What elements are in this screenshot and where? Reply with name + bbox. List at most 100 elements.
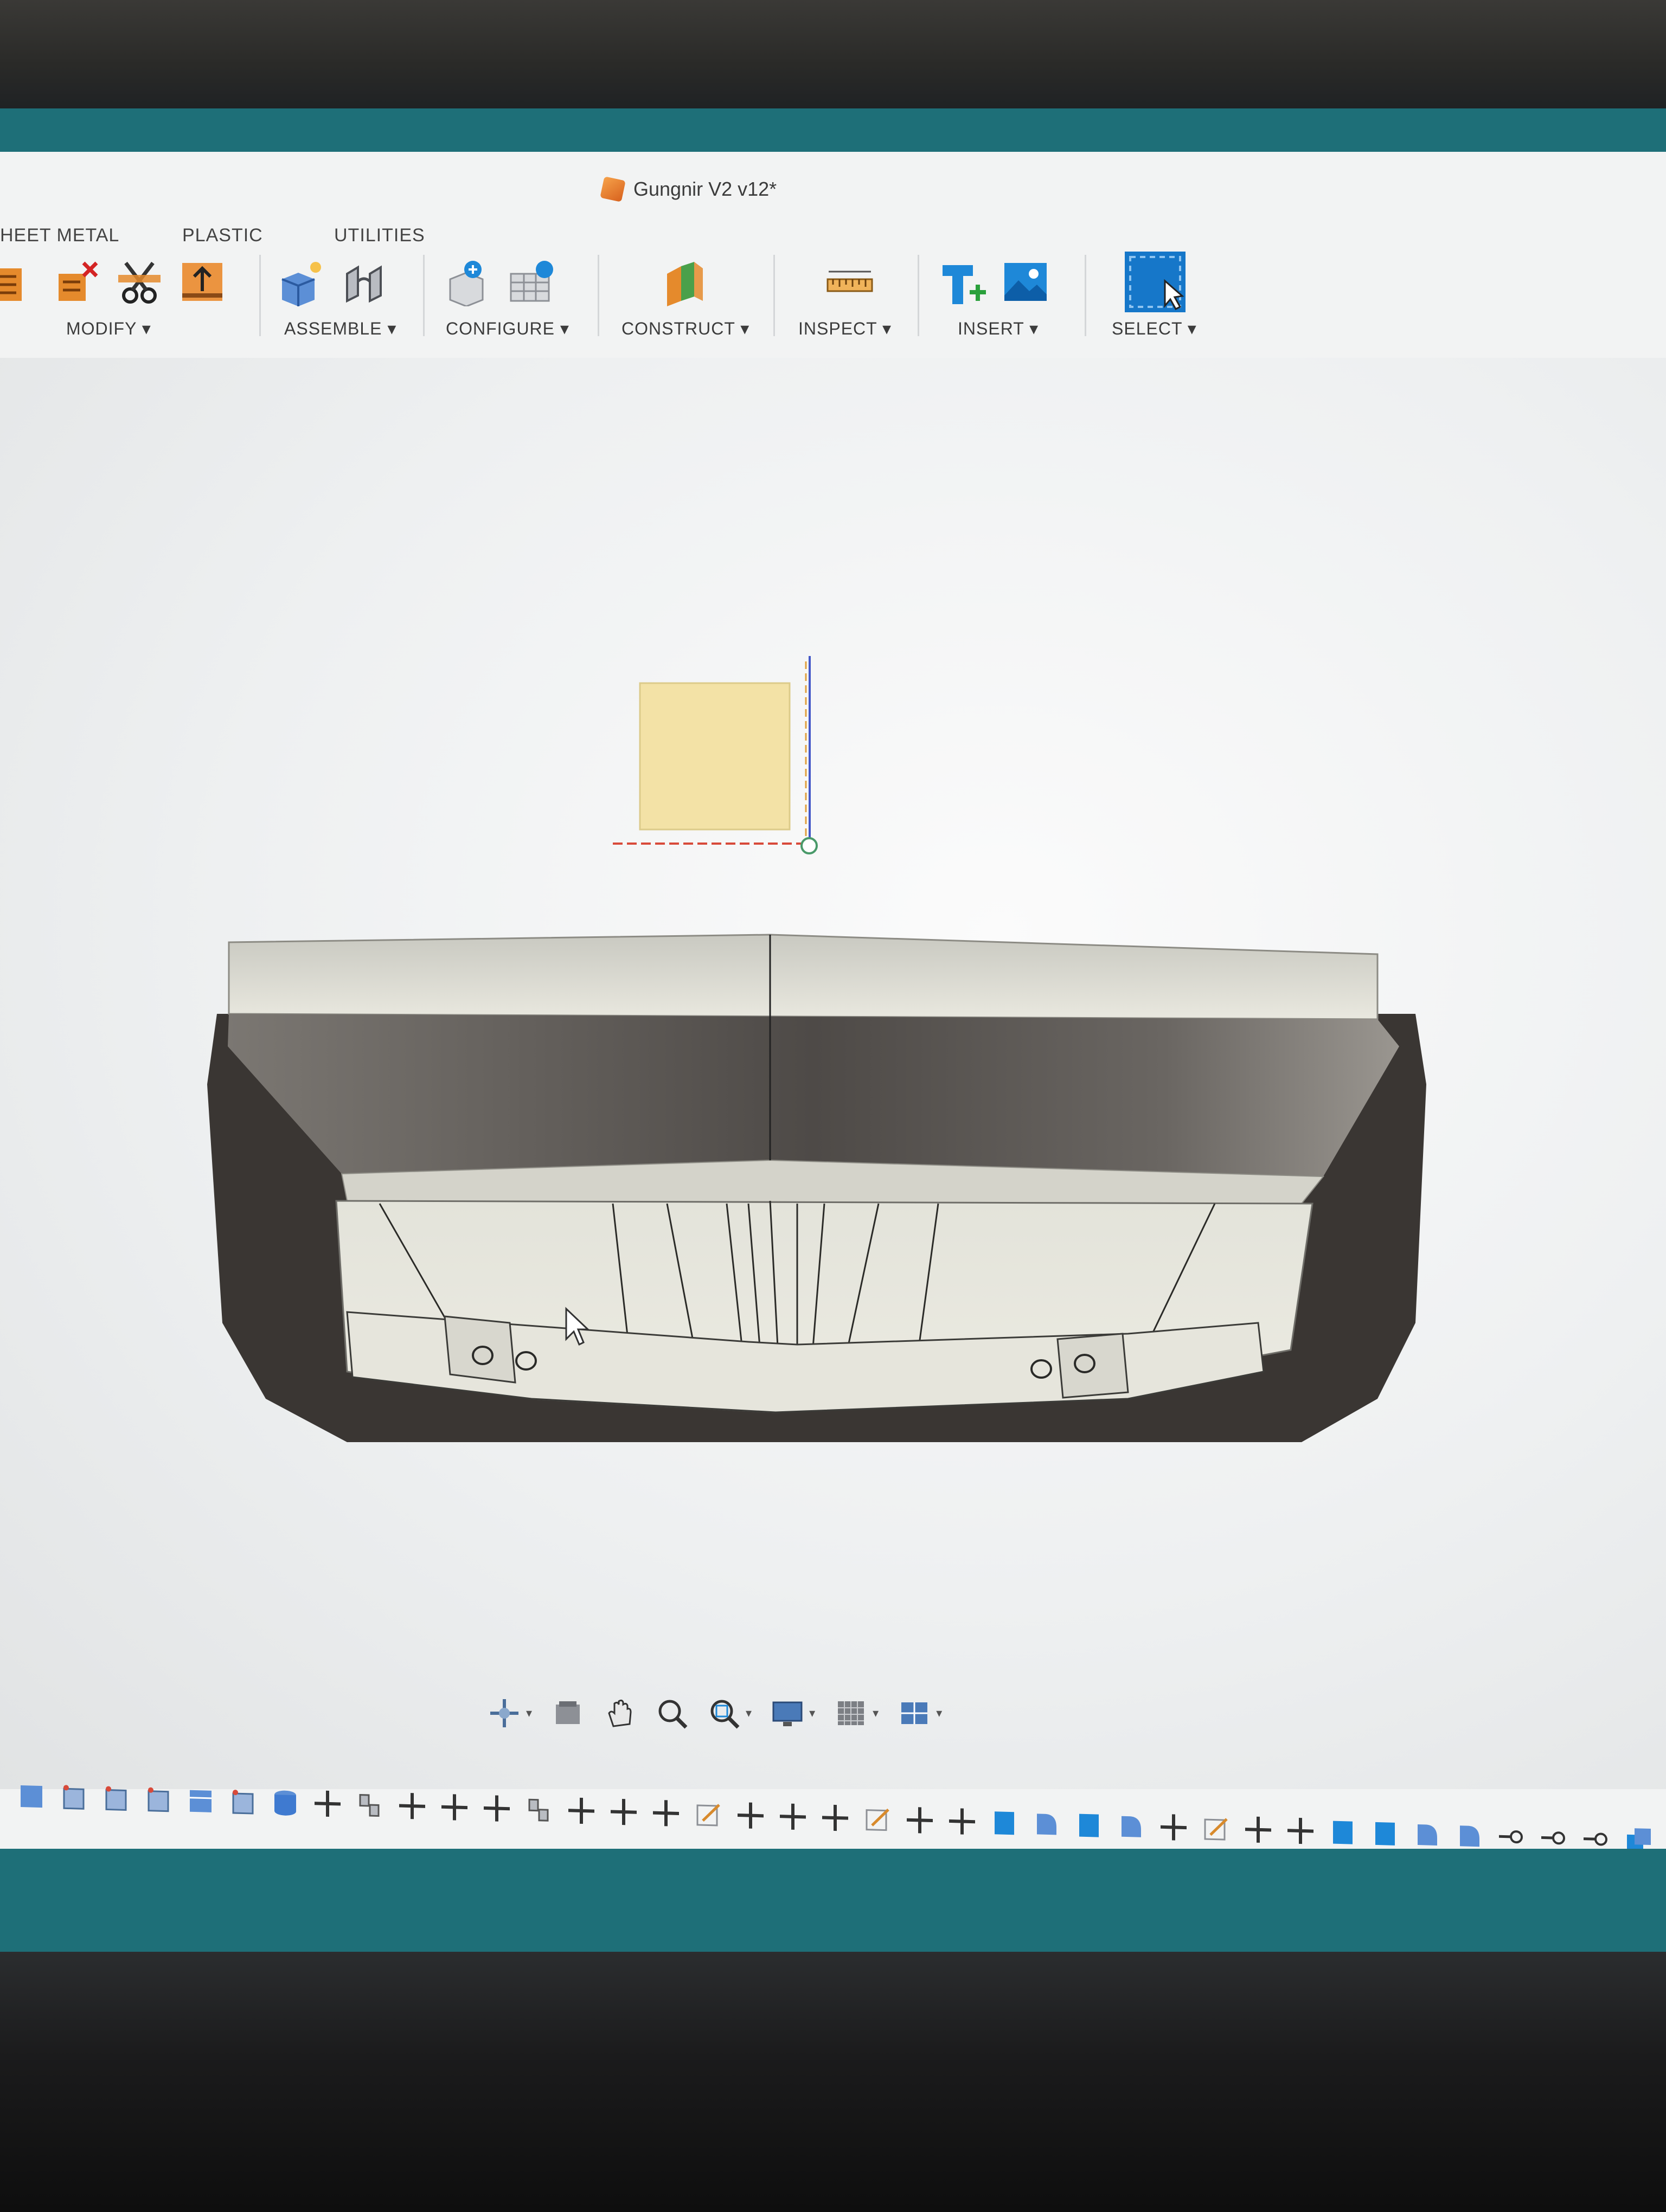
tab-utilities[interactable]: UTILITIES [334, 225, 425, 246]
timeline-move-icon[interactable] [820, 1802, 850, 1834]
timeline-sketch-icon[interactable] [862, 1803, 893, 1835]
zoom-window-icon[interactable] [708, 1697, 740, 1729]
timeline-joint-icon[interactable] [524, 1794, 554, 1825]
insert-derive-icon[interactable] [938, 258, 987, 306]
timeline-combine-icon[interactable] [1624, 1825, 1654, 1849]
modify-group: MODIFY ▾ [0, 252, 249, 344]
3d-viewport[interactable] [0, 358, 1666, 1789]
insert-group: INSERT ▾ [938, 252, 1085, 344]
assemble-menu[interactable]: ASSEMBLE ▾ [284, 318, 396, 339]
measure-icon[interactable] [825, 258, 874, 306]
select-group: SELECT ▾ [1106, 252, 1226, 344]
display-settings-icon[interactable] [771, 1697, 804, 1729]
timeline-sketch-icon[interactable] [1201, 1813, 1231, 1844]
timeline-component-icon[interactable] [59, 1781, 89, 1812]
timeline-extrude-icon[interactable] [989, 1807, 1020, 1838]
timeline-cylinder-icon[interactable] [270, 1787, 300, 1818]
timeline-move-icon[interactable] [947, 1806, 977, 1837]
new-component-icon[interactable] [277, 258, 325, 306]
monitor-bezel-bottom [0, 1952, 1666, 2212]
inspect-menu[interactable]: INSPECT ▾ [798, 318, 892, 339]
timeline-move-icon[interactable] [1243, 1814, 1273, 1846]
zoom-dropdown-caret[interactable]: ▾ [746, 1706, 752, 1720]
tab-plastic[interactable]: PLASTIC [182, 225, 263, 246]
document-cube-icon [600, 176, 626, 202]
construct-group: CONSTRUCT ▾ [618, 252, 776, 344]
timeline-move-icon[interactable] [735, 1800, 766, 1831]
viewports-dropdown-caret[interactable]: ▾ [936, 1706, 942, 1720]
document-title[interactable]: Gungnir V2 v12* [600, 176, 777, 202]
3d-model-body[interactable] [206, 922, 1432, 1475]
toolbar-divider [918, 255, 919, 336]
configure-menu[interactable]: CONFIGURE ▾ [446, 318, 569, 339]
timeline-move-icon[interactable] [905, 1805, 935, 1836]
select-icon[interactable] [1123, 249, 1188, 314]
assemble-group: ASSEMBLE ▾ [277, 252, 423, 344]
press-pull-icon[interactable] [0, 258, 38, 306]
construct-plane-icon[interactable] [659, 258, 708, 306]
timeline-move-icon[interactable] [397, 1790, 427, 1822]
split-body-icon[interactable] [115, 258, 164, 306]
timeline-move-icon[interactable] [439, 1792, 470, 1823]
pan-hand-icon[interactable] [604, 1697, 636, 1729]
move-copy-icon[interactable] [178, 258, 227, 306]
timeline-move-icon[interactable] [482, 1793, 512, 1824]
monitor-bezel-top [0, 0, 1666, 108]
toolbar-divider [423, 255, 425, 336]
timeline-component-icon[interactable] [16, 1780, 47, 1811]
timeline-fillet-icon[interactable] [1031, 1808, 1062, 1840]
navigation-bar: ▾ ▾ ▾ ▾ ▾ [488, 1697, 942, 1729]
configure-group: CONFIGURE ▾ [445, 252, 597, 344]
document-title-text: Gungnir V2 v12* [633, 178, 777, 200]
configure-rule-icon[interactable] [508, 258, 556, 306]
insert-canvas-icon[interactable] [1001, 258, 1050, 306]
timeline-extrude-icon[interactable] [1370, 1818, 1400, 1849]
display-dropdown-caret[interactable]: ▾ [809, 1706, 815, 1720]
insert-menu[interactable]: INSERT ▾ [958, 318, 1039, 339]
timeline-joint-origin-icon[interactable] [1497, 1821, 1527, 1849]
timeline-joint-origin-icon[interactable] [1581, 1823, 1612, 1849]
viewports-icon[interactable] [898, 1697, 931, 1729]
toolbar-divider [1085, 255, 1086, 336]
timeline-sketch-icon[interactable] [693, 1799, 723, 1830]
select-menu[interactable]: SELECT ▾ [1112, 318, 1197, 339]
timeline-move-icon[interactable] [1285, 1815, 1316, 1847]
timeline-move-icon[interactable] [1158, 1812, 1189, 1843]
tab-sheet-metal[interactable]: HEET METAL [0, 225, 119, 246]
timeline-component-icon[interactable] [101, 1782, 131, 1814]
title-bar: Gungnir V2 v12* [0, 152, 1666, 228]
mouse-cursor [565, 1307, 590, 1346]
timeline-move-icon[interactable] [651, 1798, 681, 1829]
timeline-component-icon[interactable] [185, 1785, 216, 1816]
look-at-icon[interactable] [552, 1697, 584, 1729]
zoom-icon[interactable] [656, 1697, 688, 1729]
timeline-joint-origin-icon[interactable] [1539, 1822, 1569, 1849]
timeline-component-icon[interactable] [228, 1786, 258, 1817]
construct-menu[interactable]: CONSTRUCT ▾ [621, 318, 749, 339]
orbit-icon[interactable] [488, 1697, 521, 1729]
timeline-move-icon[interactable] [566, 1795, 597, 1827]
delete-icon[interactable] [52, 258, 101, 306]
orbit-dropdown-caret[interactable]: ▾ [526, 1706, 532, 1720]
timeline-move-icon[interactable] [778, 1801, 808, 1832]
toolbar-divider [259, 255, 261, 336]
grid-settings-icon[interactable] [835, 1697, 867, 1729]
toolbar-divider [773, 255, 775, 336]
timeline-component-icon[interactable] [143, 1783, 174, 1815]
sketch-plane[interactable] [602, 651, 830, 867]
joint-icon[interactable] [339, 258, 388, 306]
timeline-joint-icon[interactable] [355, 1789, 385, 1821]
timeline-move-icon[interactable] [312, 1788, 343, 1819]
timeline-extrude-icon[interactable] [1328, 1816, 1358, 1848]
modify-menu[interactable]: MODIFY ▾ [66, 318, 151, 339]
fusion-window: Gungnir V2 v12* HEET METAL PLASTIC UTILI… [0, 152, 1666, 1849]
configure-table-icon[interactable] [445, 258, 494, 307]
timeline-move-icon[interactable] [608, 1796, 639, 1828]
timeline-fillet-icon[interactable] [1454, 1820, 1485, 1849]
toolbar-divider [598, 255, 599, 336]
timeline-fillet-icon[interactable] [1116, 1810, 1146, 1842]
grid-dropdown-caret[interactable]: ▾ [873, 1706, 879, 1720]
timeline-extrude-icon[interactable] [1074, 1809, 1104, 1841]
timeline-fillet-icon[interactable] [1412, 1819, 1443, 1849]
inspect-group: INSPECT ▾ [792, 252, 917, 344]
